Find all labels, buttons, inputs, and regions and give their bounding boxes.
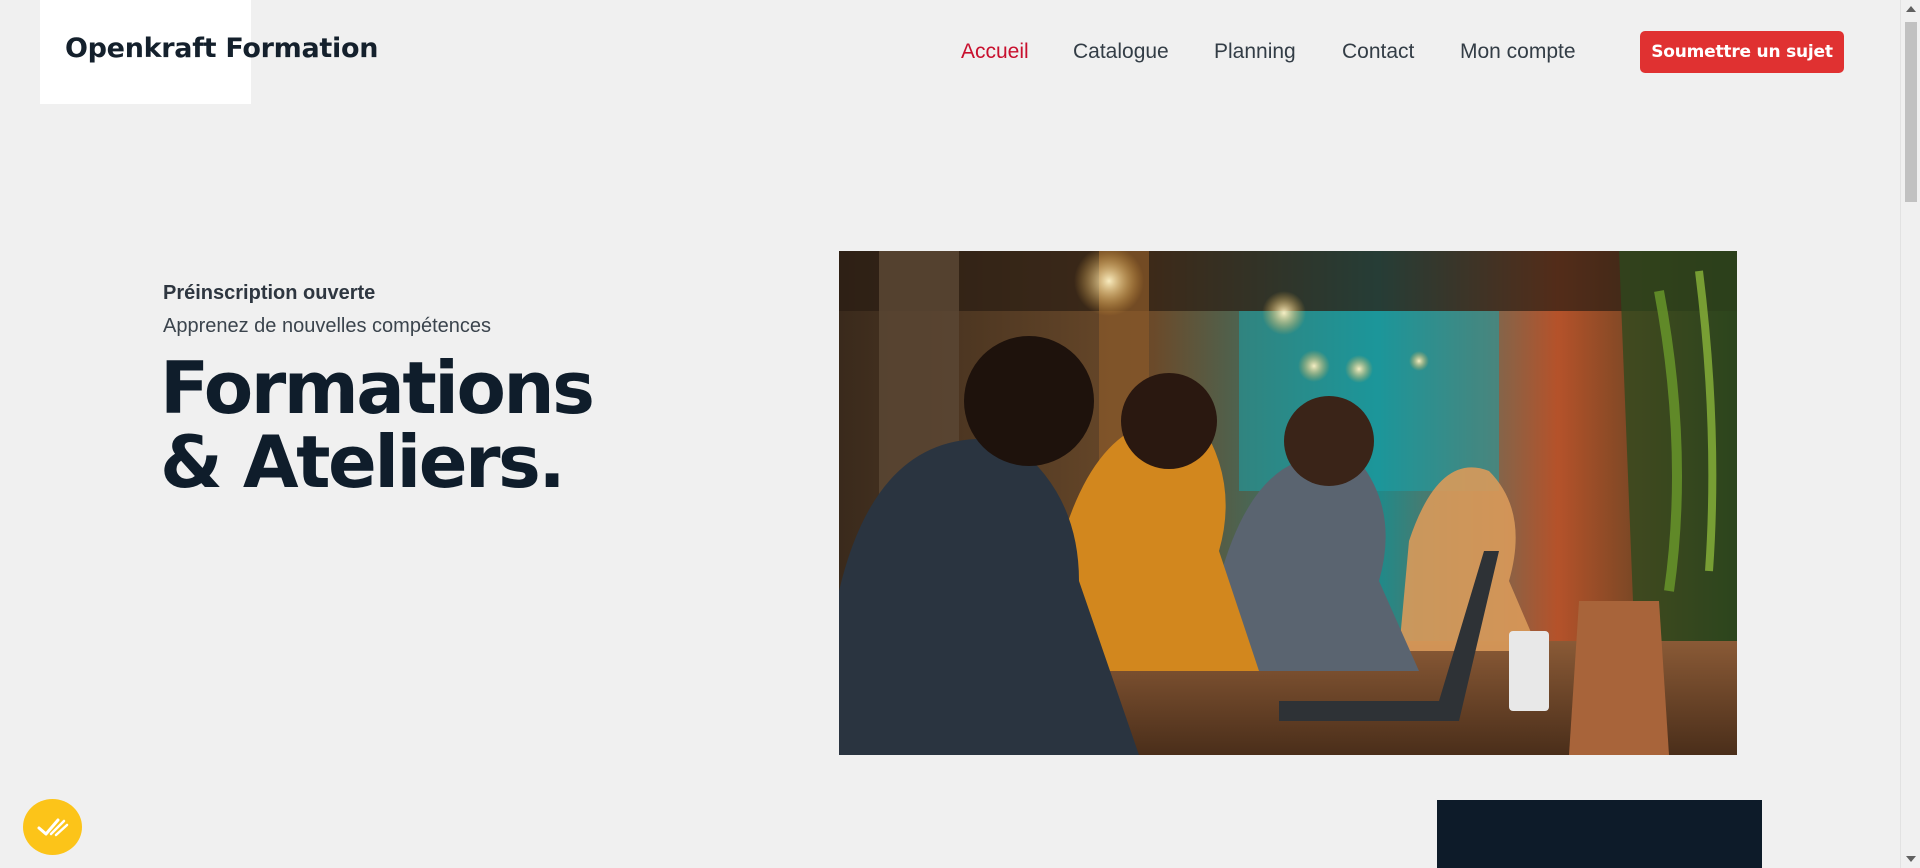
nav-item-contact[interactable]: Contact bbox=[1342, 40, 1414, 64]
nav-item-accueil[interactable]: Accueil bbox=[961, 40, 1029, 64]
scrollbar-thumb[interactable] bbox=[1905, 22, 1917, 202]
chevron-up-icon[interactable] bbox=[1906, 6, 1916, 12]
dark-content-block bbox=[1437, 800, 1762, 868]
checkmarks-icon bbox=[37, 818, 68, 837]
nav-item-mon-compte[interactable]: Mon compte bbox=[1460, 40, 1576, 64]
hero-headline-line2: & Ateliers. bbox=[160, 420, 566, 504]
submit-topic-button[interactable]: Soumettre un sujet bbox=[1640, 31, 1844, 73]
nav-item-planning[interactable]: Planning bbox=[1214, 40, 1296, 64]
hero-eyebrow: Préinscription ouverte bbox=[163, 282, 376, 304]
hero-subtitle: Apprenez de nouvelles compétences bbox=[163, 315, 491, 337]
hero-image bbox=[839, 251, 1737, 755]
nav-item-catalogue[interactable]: Catalogue bbox=[1073, 40, 1169, 64]
hero-headline-line1: Formations bbox=[160, 346, 595, 430]
chevron-down-icon[interactable] bbox=[1906, 856, 1916, 862]
hero-headline: Formations & Ateliers. bbox=[160, 346, 595, 504]
page: Openkraft Formation Accueil Catalogue Pl… bbox=[0, 0, 1900, 868]
floating-badge[interactable] bbox=[23, 799, 82, 855]
scrollbar[interactable] bbox=[1900, 0, 1920, 868]
site-logo[interactable]: Openkraft Formation bbox=[65, 33, 378, 64]
